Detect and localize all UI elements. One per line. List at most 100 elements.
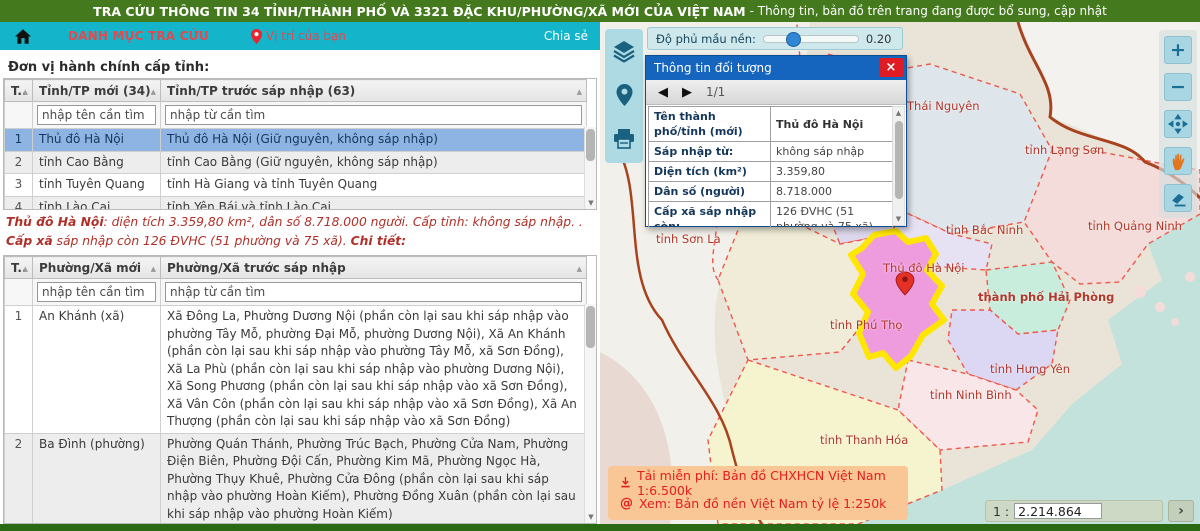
scroll-down-icon[interactable]: ▼: [585, 197, 597, 209]
opacity-slider[interactable]: [763, 35, 859, 43]
scroll-down-icon[interactable]: ▼: [585, 511, 597, 523]
map-label: tỉnh Phú Thọ: [830, 318, 902, 332]
view-basemap-link[interactable]: @ Xem: Bản đồ nền Việt Nam tỷ lệ 1:250k: [620, 493, 896, 514]
sort-icon: ▲: [151, 88, 156, 96]
feature-info-popup: Thông tin đối tượng × ◀ ▶ 1/1 Tên thành …: [645, 55, 907, 227]
sort-icon: ▲: [23, 265, 28, 273]
scroll-down-icon[interactable]: ▼: [893, 215, 904, 223]
next-feature-button[interactable]: ▶: [682, 85, 692, 100]
map-label: tỉnh Thanh Hóa: [820, 433, 908, 447]
map-canvas[interactable]: ng Thái Nguyên tỉnh Lạng Sơn tỉnh Quảng …: [600, 22, 1200, 524]
table-row[interactable]: 4 tỉnh Lào Cai tỉnh Yên Bái và tỉnh Lào …: [5, 196, 587, 210]
map-links-box: Tải miễn phí: Bản đồ CHXHCN Việt Nam 1:6…: [608, 466, 908, 520]
opacity-label: Độ phủ mầu nền:: [656, 32, 756, 46]
map-label: Thái Nguyên: [907, 99, 980, 113]
plus-icon: +: [1170, 39, 1186, 61]
province-summary: Thủ đô Hà Nội: diện tích 3.359,80 km², d…: [6, 213, 594, 251]
opacity-panel: Độ phủ mầu nền: 0.20: [647, 27, 903, 50]
scale-prefix: 1 :: [993, 504, 1009, 519]
commune-col-new[interactable]: Phường/Xã mới▲: [33, 257, 161, 279]
province-filter-new-input[interactable]: [37, 105, 156, 125]
sort-icon: ▲: [23, 88, 28, 96]
province-col-index[interactable]: T..▲: [5, 80, 33, 102]
province-filter-old-input[interactable]: [165, 105, 582, 125]
table-row[interactable]: 2 Ba Đình (phường) Phường Quán Thánh, Ph…: [5, 433, 587, 524]
map-label: tỉnh Ninh Bình: [930, 388, 1012, 402]
province-col-new[interactable]: Tỉnh/TP mới (34)▲: [33, 80, 161, 102]
main-navbar: DANH MỤC TRA CỨU Vị trí của bạn Chia sẻ: [0, 22, 600, 50]
share-button[interactable]: Chia sẻ: [544, 29, 588, 43]
popup-title-bar[interactable]: Thông tin đối tượng ×: [646, 56, 906, 80]
nav-item-danh-muc[interactable]: DANH MỤC TRA CỨU: [68, 29, 209, 43]
table-row[interactable]: 1 An Khánh (xã) Xã Đông La, Phường Dương…: [5, 306, 587, 434]
table-row[interactable]: 1 Thủ đô Hà Nội Thủ đô Hà Nội (Giữ nguyê…: [5, 129, 587, 152]
scale-input[interactable]: [1014, 503, 1102, 519]
table-row[interactable]: 2 tỉnh Cao Bằng tỉnh Cao Bằng (Giữ nguyê…: [5, 151, 587, 174]
map-label: tỉnh Bắc Ninh: [946, 223, 1023, 237]
zoom-out-button[interactable]: −: [1164, 73, 1192, 101]
map-right-toolbar: + −: [1159, 30, 1197, 218]
map-label: tỉnh Sơn La: [656, 232, 721, 246]
popup-close-button[interactable]: ×: [879, 58, 903, 77]
drag-hand-button[interactable]: [1164, 147, 1192, 175]
app-subtitle: - Thông tin, bản đồ trên trang đang được…: [750, 4, 1107, 18]
map-label: tỉnh Quảng Ninh: [1088, 219, 1182, 233]
popup-scrollbar[interactable]: ▲ ▼: [892, 106, 905, 226]
scale-widget: 1 :: [985, 500, 1163, 522]
sort-icon: ▲: [577, 88, 582, 96]
layers-icon: [612, 39, 636, 63]
nav-item-location[interactable]: Vị trí của bạn: [251, 29, 346, 44]
commune-filter-new-input[interactable]: [37, 282, 156, 302]
link-icon: @: [620, 496, 633, 511]
popup-title: Thông tin đối tượng: [654, 61, 772, 75]
scrollbar-thumb[interactable]: [895, 121, 903, 199]
summary-detail-label: Chi tiết:: [351, 234, 407, 248]
map-label: tỉnh Hưng Yên: [990, 362, 1070, 376]
print-button[interactable]: [612, 127, 636, 151]
map-pin-icon: [616, 84, 633, 106]
table-row[interactable]: 3 tỉnh Tuyên Quang tỉnh Hà Giang và tỉnh…: [5, 174, 587, 197]
app-title-bar: TRA CỨU THÔNG TIN 34 TỈNH/THÀNH PHỐ VÀ 3…: [0, 0, 1200, 22]
commune-col-old[interactable]: Phường/Xã trước sáp nhập▲: [161, 257, 587, 279]
zoom-in-button[interactable]: +: [1164, 36, 1192, 64]
commune-table-scrollbar[interactable]: ▼: [584, 304, 596, 523]
map-label: tỉnh Lạng Sơn: [1025, 143, 1104, 157]
hand-icon: [1169, 151, 1187, 171]
locate-button[interactable]: [612, 83, 636, 107]
sort-icon: ▲: [577, 265, 582, 273]
map-label: Thủ đô Hà Nội: [883, 261, 964, 275]
home-icon: [15, 29, 31, 44]
printer-icon: [613, 129, 635, 149]
view-link-label: Xem: Bản đồ nền Việt Nam tỷ lệ 1:250k: [639, 496, 886, 511]
scroll-up-icon[interactable]: ▲: [893, 109, 904, 117]
opacity-value: 0.20: [866, 32, 892, 46]
left-panel: DANH MỤC TRA CỨU Vị trí của bạn Chia sẻ …: [0, 22, 600, 524]
province-col-old[interactable]: Tỉnh/TP trước sáp nhập (63)▲: [161, 80, 587, 102]
erase-button[interactable]: [1164, 184, 1192, 212]
popup-row: Sáp nhập từ:không sáp nhập: [649, 142, 893, 162]
chevron-right-icon: ›: [1178, 503, 1184, 519]
download-icon: [620, 475, 631, 490]
slider-handle[interactable]: [786, 32, 801, 47]
province-table-scrollbar[interactable]: ▼: [584, 127, 596, 209]
scrollbar-thumb[interactable]: [586, 129, 595, 161]
pan-button[interactable]: [1164, 110, 1192, 138]
bottom-green-bar: [0, 524, 1200, 531]
layers-button[interactable]: [612, 39, 636, 63]
commune-table: T..▲ Phường/Xã mới▲ Phường/Xã trước sáp …: [3, 255, 597, 524]
commune-filter-old-input[interactable]: [165, 282, 582, 302]
scale-apply-button[interactable]: ›: [1168, 500, 1194, 522]
nav-location-label: Vị trí của bạn: [266, 29, 346, 43]
sort-icon: ▲: [151, 265, 156, 273]
home-button[interactable]: [14, 27, 32, 45]
prev-feature-button[interactable]: ◀: [658, 85, 668, 100]
download-link-label: Tải miễn phí: Bản đồ CHXHCN Việt Nam 1:6…: [637, 468, 896, 498]
app-title: TRA CỨU THÔNG TIN 34 TỈNH/THÀNH PHỐ VÀ 3…: [93, 4, 745, 19]
summary-province-name: Thủ đô Hà Nội: [6, 215, 104, 229]
minus-icon: −: [1170, 76, 1186, 98]
scrollbar-thumb[interactable]: [586, 306, 595, 348]
popup-row: Diện tích (km²)3.359,80: [649, 162, 893, 182]
download-map-link[interactable]: Tải miễn phí: Bản đồ CHXHCN Việt Nam 1:6…: [620, 472, 896, 493]
commune-col-index[interactable]: T..▲: [5, 257, 33, 279]
popup-row: Dân số (người)8.718.000: [649, 182, 893, 202]
